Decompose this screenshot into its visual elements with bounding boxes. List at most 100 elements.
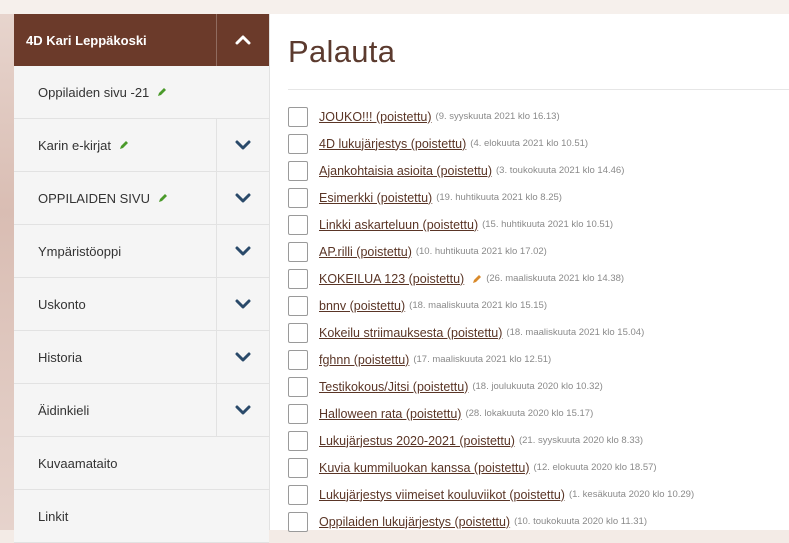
deleted-date: (17. maaliskuuta 2021 klo 12.51) (413, 354, 552, 365)
restore-checkbox[interactable] (288, 349, 308, 370)
sidebar-item[interactable]: Historia (14, 331, 269, 384)
sidebar-item[interactable]: OPPILAIDEN SIVU (14, 172, 269, 225)
sidebar-item-text[interactable]: OPPILAIDEN SIVU (38, 191, 150, 206)
deleted-date: (18. maaliskuuta 2021 klo 15.04) (506, 327, 645, 338)
sidebar-item-label[interactable]: Äidinkieli (14, 403, 216, 418)
list-item: Ajankohtaisia asioita (poistettu) (3. tou… (288, 157, 694, 184)
sidebar-item-label[interactable]: Oppilaiden sivu -21 (14, 85, 269, 100)
restore-checkbox[interactable] (288, 511, 308, 532)
page-link[interactable]: 4D lukujärjestys (poistettu) (319, 137, 466, 151)
sidebar-item[interactable]: Linkit (14, 490, 269, 543)
page-link[interactable]: Lukujärjestus 2020-2021 (poistettu) (319, 434, 515, 448)
deleted-date: (3. toukokuuta 2021 klo 14.46) (496, 165, 625, 176)
list-item: Oppilaiden lukujärjestys (poistettu) (10.… (288, 508, 694, 535)
list-item: fghnn (poistettu) (17. maaliskuuta 2021 k… (288, 346, 694, 373)
restore-checkbox[interactable] (288, 376, 308, 397)
page-link[interactable]: Lukujärjestys viimeiset kouluviikot (poi… (319, 488, 565, 502)
list-item: Halloween rata (poistettu) (28. lokakuuta… (288, 400, 694, 427)
page-link[interactable]: Halloween rata (poistettu) (319, 407, 461, 421)
sidebar-item[interactable]: Ympäristöoppi (14, 225, 269, 278)
sidebar-item-text[interactable]: Uskonto (38, 297, 86, 312)
sidebar-item-label[interactable]: Ympäristöoppi (14, 244, 216, 259)
list-item: JOUKO!!! (poistettu) (9. syyskuuta 2021 k… (288, 103, 694, 130)
sidebar-item[interactable]: Kuvaamataito (14, 437, 269, 490)
restore-checkbox[interactable] (288, 295, 308, 316)
restore-checkbox[interactable] (288, 187, 308, 208)
restore-checkbox[interactable] (288, 268, 308, 289)
sidebar-item[interactable]: Äidinkieli (14, 384, 269, 437)
restore-checkbox[interactable] (288, 241, 308, 262)
sidebar-item-text[interactable]: Karin e-kirjat (38, 138, 111, 153)
expand-toggle[interactable] (216, 225, 269, 277)
expand-toggle[interactable] (216, 172, 269, 224)
deleted-date: (12. elokuuta 2020 klo 18.57) (533, 462, 657, 473)
expand-toggle[interactable] (216, 331, 269, 383)
restore-checkbox[interactable] (288, 484, 308, 505)
page-link[interactable]: Oppilaiden lukujärjestys (poistettu) (319, 515, 510, 529)
page-link[interactable]: Linkki askarteluun (poistettu) (319, 218, 478, 232)
pencil-icon[interactable] (157, 87, 167, 97)
page-link[interactable]: bnnv (poistettu) (319, 299, 405, 313)
chevron-down-icon (235, 193, 251, 203)
deleted-date: (19. huhtikuuta 2021 klo 8.25) (436, 192, 562, 203)
sidebar-item-text[interactable]: Kuvaamataito (38, 456, 118, 471)
sidebar-item-label[interactable]: Karin e-kirjat (14, 138, 216, 153)
expand-toggle[interactable] (216, 384, 269, 436)
sidebar-item-label[interactable]: Linkit (14, 509, 269, 524)
sidebar-item-text[interactable]: Oppilaiden sivu -21 (38, 85, 149, 100)
chevron-down-icon (235, 352, 251, 362)
restore-checkbox[interactable] (288, 106, 308, 127)
restore-checkbox[interactable] (288, 403, 308, 424)
deleted-date: (4. elokuuta 2021 klo 10.51) (470, 138, 589, 149)
deleted-date: (15. huhtikuuta 2021 klo 10.51) (482, 219, 614, 230)
page-link[interactable]: AP.rilli (poistettu) (319, 245, 412, 259)
expand-toggle[interactable] (216, 278, 269, 330)
title-divider (288, 89, 789, 90)
restore-checkbox[interactable] (288, 214, 308, 235)
page-link[interactable]: Kokeilu striimauksesta (poistettu) (319, 326, 502, 340)
expand-toggle[interactable] (216, 119, 269, 171)
list-item: KOKEILUA 123 (poistettu) (26. maaliskuuta… (288, 265, 694, 292)
list-item: Kuvia kummiluokan kanssa (poistettu) (12.… (288, 454, 694, 481)
deleted-date: (21. syyskuuta 2020 klo 8.33) (518, 435, 644, 446)
deleted-date: (26. maaliskuuta 2021 klo 14.38) (486, 273, 625, 284)
page-link[interactable]: fghnn (poistettu) (319, 353, 409, 367)
page-link[interactable]: JOUKO!!! (poistettu) (319, 110, 432, 124)
top-strip (0, 0, 789, 14)
deleted-date: (10. huhtikuuta 2021 klo 17.02) (415, 246, 547, 257)
sidebar-item-label[interactable]: Historia (14, 350, 216, 365)
list-item: bnnv (poistettu) (18. maaliskuuta 2021 kl… (288, 292, 694, 319)
page-link[interactable]: Ajankohtaisia asioita (poistettu) (319, 164, 492, 178)
sidebar-item[interactable]: Uskonto (14, 278, 269, 331)
pencil-icon[interactable] (158, 193, 168, 203)
collapse-toggle[interactable] (216, 14, 269, 66)
restore-checkbox[interactable] (288, 457, 308, 478)
page-link[interactable]: Testikokous/Jitsi (poistettu) (319, 380, 468, 394)
sidebar-item-text[interactable]: Äidinkieli (38, 403, 89, 418)
sidebar-item-label[interactable]: Kuvaamataito (14, 456, 269, 471)
sidebar-item[interactable]: Karin e-kirjat (14, 119, 269, 172)
restore-checkbox[interactable] (288, 133, 308, 154)
sidebar-header[interactable]: 4D Kari Leppäkoski (14, 14, 269, 66)
list-item: Linkki askarteluun (poistettu) (15. huhti… (288, 211, 694, 238)
page-link[interactable]: KOKEILUA 123 (poistettu) (319, 272, 464, 286)
page-link[interactable]: Esimerkki (poistettu) (319, 191, 432, 205)
deleted-date: (1. kesäkuuta 2020 klo 10.29) (568, 489, 695, 500)
restore-checkbox[interactable] (288, 322, 308, 343)
sidebar-item-text[interactable]: Linkit (38, 509, 68, 524)
sidebar-item-text[interactable]: Historia (38, 350, 82, 365)
sidebar-item-text[interactable]: Ympäristöoppi (38, 244, 121, 259)
chevron-down-icon (235, 299, 251, 309)
sidebar-item-label[interactable]: Uskonto (14, 297, 216, 312)
main-content: Palauta JOUKO!!! (poistettu) (9. syyskuut… (270, 14, 789, 532)
pencil-icon[interactable] (119, 140, 129, 150)
chevron-up-icon (235, 35, 251, 45)
restore-checkbox[interactable] (288, 430, 308, 451)
pencil-icon[interactable] (472, 274, 482, 284)
page-link[interactable]: Kuvia kummiluokan kanssa (poistettu) (319, 461, 530, 475)
restore-checkbox[interactable] (288, 160, 308, 181)
sidebar-header-title[interactable]: 4D Kari Leppäkoski (14, 33, 216, 48)
sidebar-item[interactable]: Oppilaiden sivu -21 (14, 66, 269, 119)
sidebar-item-label[interactable]: OPPILAIDEN SIVU (14, 191, 216, 206)
list-item: Kokeilu striimauksesta (poistettu) (18. m… (288, 319, 694, 346)
